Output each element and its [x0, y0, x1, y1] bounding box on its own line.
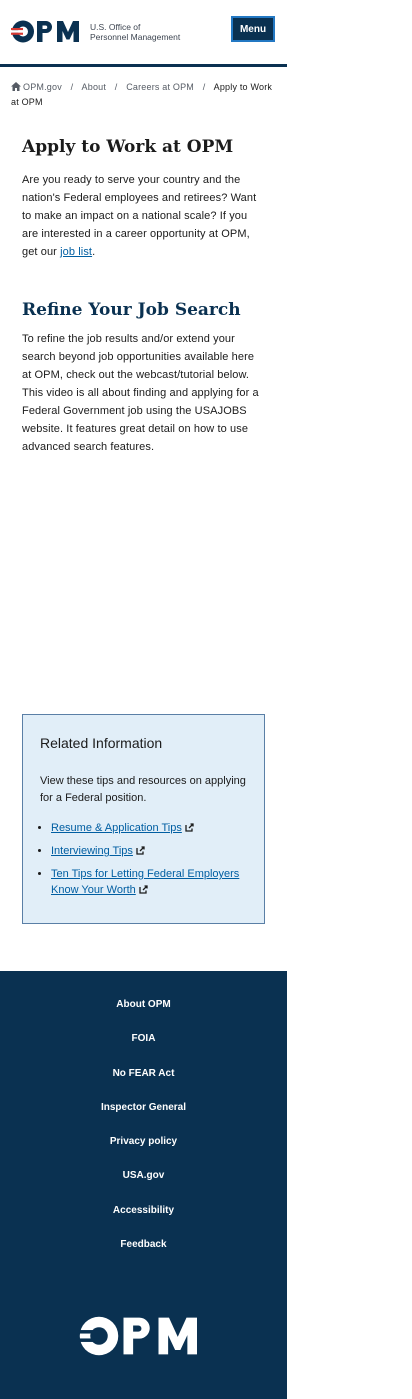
breadcrumb-careers[interactable]: Careers at OPM	[126, 82, 194, 92]
footer-opm-logo[interactable]	[77, 1315, 205, 1362]
refine-heading: Refine Your Job Search	[22, 300, 241, 320]
footer-link-item: Inspector General	[0, 1099, 287, 1133]
site-footer: About OPM FOIA No FEAR Act Inspector Gen…	[0, 971, 287, 1399]
related-links-list: Resume & Application Tips Interviewing T…	[40, 820, 247, 898]
intro-end: .	[92, 246, 96, 258]
list-item: Interviewing Tips	[51, 843, 247, 859]
opm-logo[interactable]: U.S. Office of Personnel Management	[11, 19, 180, 44]
main-content: Apply to Work at OPM Are you ready to se…	[0, 137, 287, 924]
footer-link-item: About OPM	[0, 996, 287, 1030]
footer-link-item: USA.gov	[0, 1167, 287, 1201]
external-link-icon	[185, 823, 194, 832]
breadcrumb-home[interactable]: OPM.gov	[23, 82, 62, 92]
agency-name-line1: U.S. Office of	[90, 21, 141, 32]
interviewing-tips-link[interactable]: Interviewing Tips	[51, 845, 133, 857]
external-link-icon	[136, 846, 145, 855]
footer-link-privacy[interactable]: Privacy policy	[110, 1133, 177, 1147]
footer-link-no-fear[interactable]: No FEAR Act	[113, 1065, 175, 1079]
footer-link-about[interactable]: About OPM	[116, 996, 170, 1010]
related-text: View these tips and resources on applyin…	[40, 775, 246, 804]
related-heading: Related Information	[40, 735, 163, 751]
footer-links: About OPM FOIA No FEAR Act Inspector Gen…	[0, 971, 287, 1270]
site-header: U.S. Office of Personnel Management Menu	[0, 0, 287, 67]
menu-button[interactable]: Menu	[231, 16, 275, 42]
external-link-icon	[139, 885, 148, 894]
home-icon	[11, 82, 21, 91]
footer-link-foia[interactable]: FOIA	[132, 1030, 156, 1044]
breadcrumb-about[interactable]: About	[82, 82, 107, 92]
footer-link-accessibility[interactable]: Accessibility	[113, 1202, 174, 1216]
page-title: Apply to Work at OPM	[22, 137, 234, 157]
footer-link-feedback[interactable]: Feedback	[120, 1236, 166, 1250]
list-item: Resume & Application Tips	[51, 820, 247, 836]
footer-link-item: No FEAR Act	[0, 1065, 287, 1099]
related-information-box: Related Information View these tips and …	[22, 714, 265, 924]
resume-tips-link[interactable]: Resume & Application Tips	[51, 822, 182, 834]
breadcrumb-separator: /	[70, 82, 74, 92]
agency-name: U.S. Office of Personnel Management	[90, 22, 180, 42]
intro-text: Are you ready to serve your country and …	[22, 174, 257, 258]
video-embed-area	[22, 456, 265, 706]
footer-link-item: Accessibility	[0, 1202, 287, 1236]
breadcrumb: OPM.gov / About / Careers at OPM / Apply…	[0, 67, 287, 110]
breadcrumb-separator: /	[114, 82, 118, 92]
opm-logo-mark	[11, 19, 83, 44]
footer-link-inspector-general[interactable]: Inspector General	[101, 1099, 186, 1113]
list-item: Ten Tips for Letting Federal Employers K…	[51, 866, 247, 898]
footer-link-item: Feedback	[0, 1236, 287, 1270]
agency-name-line2: Personnel Management	[90, 31, 181, 42]
intro-paragraph: Are you ready to serve your country and …	[22, 171, 265, 261]
footer-link-item: FOIA	[0, 1030, 287, 1064]
refine-paragraph: To refine the job results and/or extend …	[22, 333, 259, 453]
job-list-link[interactable]: job list	[60, 246, 92, 258]
breadcrumb-separator: /	[202, 82, 206, 92]
footer-link-item: Privacy policy	[0, 1133, 287, 1167]
footer-link-usagov[interactable]: USA.gov	[123, 1167, 165, 1181]
